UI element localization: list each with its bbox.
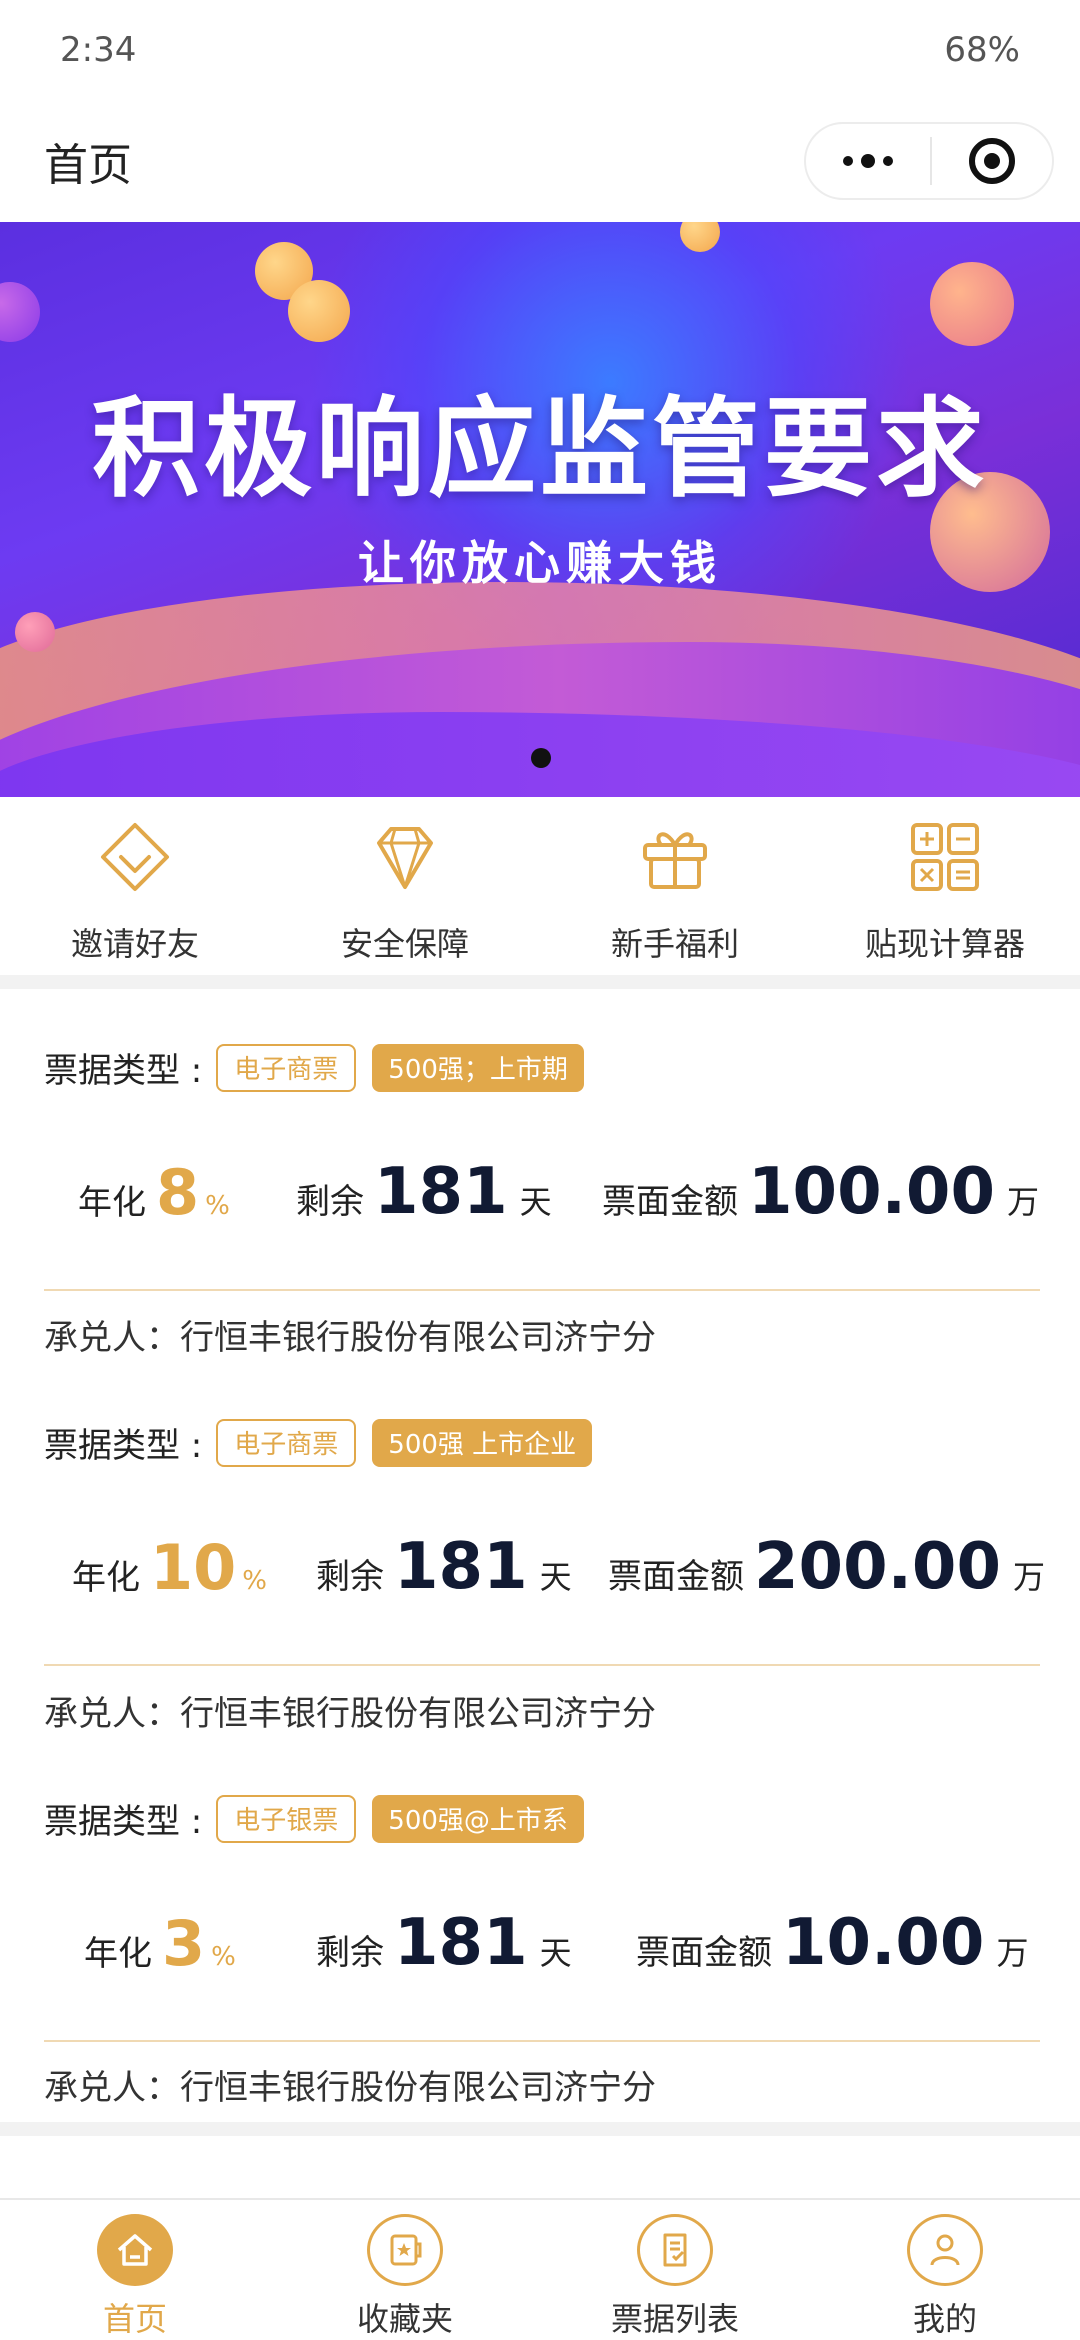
tab-label: 我的 bbox=[912, 2300, 977, 2338]
target-circle-icon bbox=[969, 138, 1015, 184]
decor-ball bbox=[288, 280, 350, 342]
quick-link-label: 邀请好友 bbox=[70, 925, 199, 963]
quick-link-newbie-benefits[interactable]: 新手福利 bbox=[540, 797, 810, 982]
gift-icon bbox=[643, 832, 707, 889]
face-amount: 票面金额 100.00 万 bbox=[602, 1155, 1039, 1229]
remaining-days: 剩余 181 天 bbox=[316, 1906, 572, 1980]
section-divider bbox=[0, 2122, 1080, 2136]
quick-link-calculator[interactable]: 贴现计算器 bbox=[810, 797, 1080, 982]
bottom-tab-bar: 首页 收藏夹 票据列表 我的 bbox=[0, 2198, 1080, 2340]
tab-bill-list[interactable]: 票据列表 bbox=[540, 2200, 810, 2340]
more-dot-icon bbox=[843, 156, 853, 166]
bill-type-tag: 电子银票 bbox=[216, 1794, 357, 1843]
bill-feature-tag: 500强@上市系 bbox=[372, 1794, 584, 1843]
banner-title: 积极响应监管要求 bbox=[91, 387, 988, 512]
page-title: 首页 bbox=[44, 140, 132, 191]
decor-ball bbox=[930, 262, 1014, 346]
bill-card[interactable]: 票据类型 : 电子商票 500强；上市期 年化 8 % 剩余 181 天 票面金… bbox=[0, 989, 1080, 1349]
promo-banner[interactable]: 积极响应监管要求 让你放心赚大钱 bbox=[0, 222, 1080, 797]
calculator-icon bbox=[911, 823, 979, 891]
acceptor-text: 承兑人：行恒丰银行股份有限公司济宁分 bbox=[44, 1318, 656, 1358]
tab-home[interactable]: 首页 bbox=[0, 2200, 270, 2340]
diamond-icon bbox=[377, 827, 433, 889]
status-bar: 2:34 68% bbox=[0, 0, 1080, 100]
quick-link-label: 新手福利 bbox=[610, 925, 739, 963]
bill-type-label: 票据类型 : bbox=[44, 1051, 203, 1091]
acceptor-text: 承兑人：行恒丰银行股份有限公司济宁分 bbox=[44, 1694, 656, 1734]
bill-card[interactable]: 票据类型 : 电子银票 500强@上市系 年化 3 % 剩余 181 天 票面金… bbox=[0, 1740, 1080, 2100]
status-time: 2:34 bbox=[60, 30, 137, 70]
quick-link-label: 贴现计算器 bbox=[864, 925, 1025, 963]
face-amount: 票面金额 10.00 万 bbox=[636, 1906, 1029, 1980]
banner-pagination-dot[interactable] bbox=[531, 748, 551, 768]
bill-type-label: 票据类型 : bbox=[44, 1802, 203, 1842]
tab-favorites[interactable]: 收藏夹 bbox=[270, 2200, 540, 2340]
close-miniprogram-button[interactable] bbox=[932, 138, 1052, 184]
home-icon bbox=[97, 2214, 173, 2286]
battery-level: 68% bbox=[944, 30, 1020, 70]
card-divider bbox=[44, 2040, 1040, 2042]
quick-link-label: 安全保障 bbox=[340, 925, 469, 963]
bill-type-tag: 电子商票 bbox=[216, 1418, 357, 1467]
tab-label: 收藏夹 bbox=[356, 2300, 453, 2338]
remaining-days: 剩余 181 天 bbox=[296, 1155, 552, 1229]
quick-links: 邀请好友 安全保障 新手福利 贴现计算器 bbox=[0, 797, 1080, 982]
diamond-heart-icon bbox=[101, 823, 169, 891]
more-dot-icon bbox=[883, 156, 893, 166]
bill-list-icon bbox=[637, 2214, 713, 2286]
bill-type-label: 票据类型 : bbox=[44, 1426, 203, 1466]
more-options-button[interactable] bbox=[806, 124, 930, 198]
favorites-icon bbox=[367, 2214, 443, 2286]
bill-card[interactable]: 票据类型 : 电子商票 500强 上市企业 年化 10 % 剩余 181 天 票… bbox=[0, 1364, 1080, 1724]
bill-feature-tag: 500强 上市企业 bbox=[372, 1418, 593, 1467]
banner-subtitle: 让你放心赚大钱 bbox=[358, 536, 722, 590]
bill-type-tag: 电子商票 bbox=[216, 1043, 357, 1092]
card-divider bbox=[44, 1664, 1040, 1666]
annual-rate: 年化 3 % bbox=[84, 1907, 236, 1980]
face-amount: 票面金额 200.00 万 bbox=[608, 1530, 1045, 1604]
annual-rate: 年化 10 % bbox=[72, 1531, 267, 1604]
acceptor-text: 承兑人：行恒丰银行股份有限公司济宁分 bbox=[44, 2068, 656, 2108]
card-divider bbox=[44, 1289, 1040, 1291]
quick-link-security[interactable]: 安全保障 bbox=[270, 797, 540, 982]
decor-ball bbox=[15, 612, 55, 652]
remaining-days: 剩余 181 天 bbox=[316, 1530, 572, 1604]
more-dot-icon bbox=[861, 154, 875, 168]
tab-profile[interactable]: 我的 bbox=[810, 2200, 1080, 2340]
annual-rate: 年化 8 % bbox=[78, 1156, 230, 1229]
tab-label: 票据列表 bbox=[610, 2300, 739, 2338]
miniprogram-capsule bbox=[804, 122, 1054, 200]
section-divider bbox=[0, 975, 1080, 989]
decor-ball bbox=[0, 282, 40, 342]
profile-icon bbox=[907, 2214, 983, 2286]
quick-link-invite[interactable]: 邀请好友 bbox=[0, 797, 270, 982]
bill-feature-tag: 500强；上市期 bbox=[372, 1043, 584, 1092]
tab-label: 首页 bbox=[102, 2300, 167, 2338]
